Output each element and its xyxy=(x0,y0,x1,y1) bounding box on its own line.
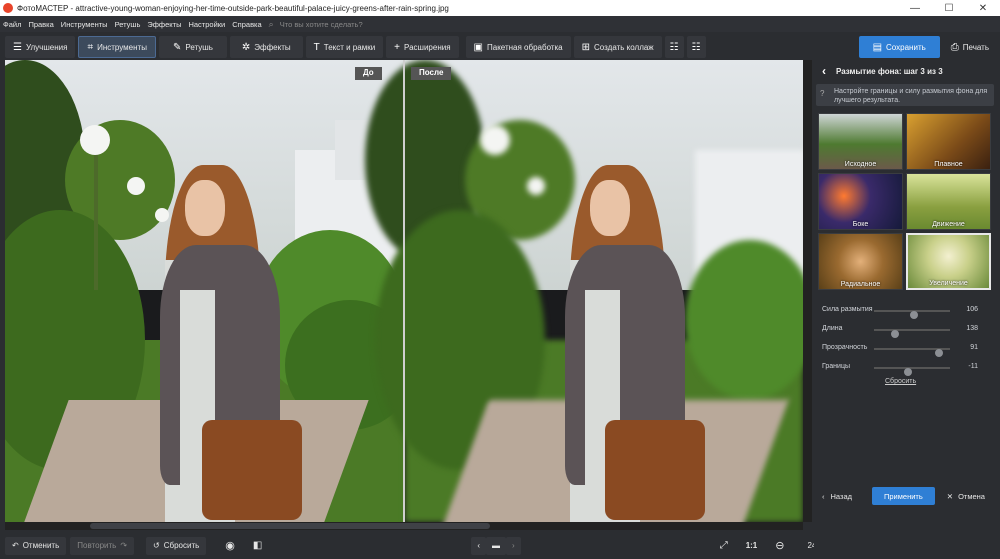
preview-eye-button[interactable]: ◉ xyxy=(218,537,242,555)
prev-image-button[interactable]: ‹ xyxy=(471,536,487,555)
tab-text-frames[interactable]: T Текст и рамки xyxy=(305,36,384,58)
after-photo: После xyxy=(365,60,803,522)
question-icon: ? xyxy=(820,89,825,98)
actual-size-button[interactable]: 1:1 xyxy=(739,537,765,555)
back-arrow-icon[interactable]: ‹ xyxy=(822,64,826,78)
chevron-left-icon: ‹ xyxy=(822,491,825,501)
compare-settings-button[interactable]: ☷ xyxy=(664,36,684,58)
slider-length[interactable]: Длина 138 xyxy=(822,324,982,338)
sparkle-icon: ✲ xyxy=(241,41,251,53)
redo-button[interactable]: Повторить ↷ xyxy=(70,536,135,555)
printer-icon: ⎙ xyxy=(950,41,959,53)
fit-screen-button[interactable]: ⤢ xyxy=(713,537,735,555)
eye-icon: ◉ xyxy=(225,540,235,552)
plus-icon: + xyxy=(394,41,401,53)
menu-settings[interactable]: Настройки xyxy=(188,20,225,29)
close-button[interactable]: ✕ xyxy=(966,3,1000,14)
menu-file[interactable]: Файл xyxy=(3,20,21,29)
brush-icon: ✎ xyxy=(172,41,182,53)
preset-motion[interactable]: Движение xyxy=(906,173,991,230)
batch-processing-button[interactable]: ▣ Пакетная обработка xyxy=(465,36,571,58)
preset-smooth[interactable]: Плавное xyxy=(906,113,991,170)
sliders-icon: ☰ xyxy=(13,41,22,53)
title-bar: ФотоМАСТЕР - attractive-young-woman-enjo… xyxy=(0,0,1000,16)
minus-circle-icon: ⊖ xyxy=(775,540,785,552)
split-view-icon: ◧ xyxy=(252,540,263,551)
slider-blur-strength[interactable]: Сила размытия 106 xyxy=(822,305,982,319)
back-button[interactable]: ‹ Назад xyxy=(814,487,860,505)
slider-track[interactable] xyxy=(874,348,950,357)
chevron-left-icon: ‹ xyxy=(477,541,481,550)
list-clock-icon: ☷ xyxy=(691,41,701,53)
panel-footer: ‹ Назад Применить ✕ Отмена xyxy=(814,484,1000,508)
menu-effects[interactable]: Эффекты xyxy=(147,20,181,29)
list-settings-icon: ☷ xyxy=(669,41,679,53)
help-search-input[interactable]: Что вы хотите сделать? xyxy=(280,20,363,29)
slider-borders[interactable]: Границы -11 xyxy=(822,362,982,376)
compare-toggle-button[interactable]: ◧ xyxy=(246,537,269,555)
compare-divider[interactable] xyxy=(403,60,405,522)
collage-icon: ⊞ xyxy=(581,41,591,53)
window-title: ФотоМАСТЕР - attractive-young-woman-enjo… xyxy=(17,3,449,13)
menu-bar: Файл Правка Инструменты Ретушь Эффекты Н… xyxy=(0,16,1000,32)
chevron-right-icon: › xyxy=(512,541,515,550)
floppy-icon: ▤ xyxy=(872,41,883,53)
maximize-button[interactable]: ☐ xyxy=(932,3,966,14)
close-icon: ✕ xyxy=(946,491,954,501)
tab-effects[interactable]: ✲ Эффекты xyxy=(229,36,303,58)
save-button[interactable]: ▤ Сохранить xyxy=(858,36,940,58)
slider-transparency[interactable]: Прозрачность 91 xyxy=(822,343,982,357)
open-folder-button[interactable]: ▬ xyxy=(486,536,507,555)
menu-retouch[interactable]: Ретушь xyxy=(115,20,141,29)
preset-radial[interactable]: Радиальное xyxy=(818,233,903,290)
crop-icon: ⌗ xyxy=(87,41,94,53)
print-button[interactable]: ⎙ Печать xyxy=(943,36,997,58)
slider-knob[interactable] xyxy=(909,311,918,319)
slider-track[interactable] xyxy=(874,367,950,376)
tab-retouch[interactable]: ✎ Ретушь xyxy=(158,36,227,58)
history-button[interactable]: ☷ xyxy=(686,36,706,58)
main-toolbar: ☰ Улучшения ⌗ Инструменты ✎ Ретушь ✲ Эффекты… xyxy=(0,34,1000,60)
before-photo: До xyxy=(5,60,415,522)
tab-tools[interactable]: ⌗ Инструменты xyxy=(78,36,156,58)
hint-box: ? Настройте границы и силу размытия фона… xyxy=(816,84,994,106)
horizontal-scroll-thumb[interactable] xyxy=(90,523,490,529)
slider-track[interactable] xyxy=(874,329,950,338)
hint-text: Настройте границы и силу размытия фона д… xyxy=(834,88,988,104)
preset-bokeh[interactable]: Боке xyxy=(818,173,903,230)
undo-button[interactable]: ↶ Отменить xyxy=(5,536,67,555)
menu-edit[interactable]: Правка xyxy=(28,20,53,29)
redo-icon: ↷ xyxy=(120,541,128,550)
menu-help[interactable]: Справка xyxy=(232,20,261,29)
apply-button[interactable]: Применить xyxy=(872,487,935,505)
after-label: После xyxy=(411,67,452,80)
folder-icon: ▬ xyxy=(492,541,501,550)
menu-tools[interactable]: Инструменты xyxy=(61,20,108,29)
reset-button[interactable]: ↺ Сбросить xyxy=(146,536,207,555)
batch-icon: ▣ xyxy=(473,41,483,53)
reset-icon: ↺ xyxy=(153,541,160,550)
text-icon: T xyxy=(313,41,320,53)
panel-title: Размытие фона: шаг 3 из 3 xyxy=(836,66,943,76)
zoom-out-button[interactable]: ⊖ xyxy=(768,537,791,555)
tab-enhance[interactable]: ☰ Улучшения xyxy=(5,36,76,58)
tab-extensions[interactable]: + Расширения xyxy=(386,36,459,58)
undo-icon: ↶ xyxy=(12,541,19,550)
slider-track[interactable] xyxy=(874,310,950,319)
search-icon: ⌕ xyxy=(268,18,274,29)
minimize-button[interactable]: — xyxy=(898,3,932,14)
cancel-button[interactable]: ✕ Отмена xyxy=(939,487,993,505)
vertical-scrollbar[interactable] xyxy=(803,60,812,522)
next-image-button[interactable]: › xyxy=(506,536,521,555)
app-logo-icon xyxy=(3,3,13,13)
preset-zoom[interactable]: Увеличение xyxy=(906,233,991,290)
panel-header: ‹ Размытие фона: шаг 3 из 3 xyxy=(814,60,1000,82)
before-label: До xyxy=(355,67,382,80)
reset-sliders-link[interactable]: Сбросить xyxy=(885,378,916,385)
preset-original[interactable]: Исходное xyxy=(818,113,903,170)
fit-screen-icon: ⤢ xyxy=(719,540,728,551)
create-collage-button[interactable]: ⊞ Создать коллаж xyxy=(573,36,662,58)
